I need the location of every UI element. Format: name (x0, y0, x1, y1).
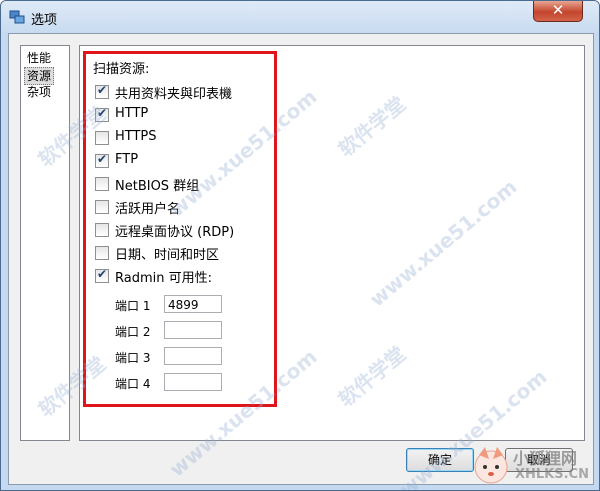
checkbox[interactable] (95, 177, 109, 191)
checkbox[interactable] (95, 223, 109, 237)
checkbox[interactable] (95, 200, 109, 214)
checkbox[interactable] (95, 246, 109, 260)
checkbox-label: 活跃用户名 (115, 202, 181, 217)
title-bar[interactable]: 选项 ✕ (1, 1, 599, 33)
checkbox[interactable]: ✔ (95, 106, 109, 122)
port-2-label: 端口 2 (115, 325, 151, 339)
ok-button[interactable]: 确定 (406, 448, 474, 472)
check-icon: ✔ (97, 267, 108, 281)
window-title: 选项 (31, 13, 58, 28)
check-icon: ✔ (97, 152, 108, 166)
checkbox-label: 日期、时间和时区 (115, 248, 220, 263)
checkbox[interactable]: ✔ (95, 83, 109, 99)
checkbox-label: 共用资料夹與印表機 (115, 87, 233, 102)
nav-item-misc[interactable]: 杂项 (25, 84, 53, 100)
section-title: 扫描资源: (93, 62, 150, 77)
port-1-label: 端口 1 (115, 299, 151, 313)
checkbox-label: 远程桌面协议 (RDP) (115, 225, 235, 240)
options-dialog: 选项 ✕ 性能 资源 杂项 扫描资源: ✔ 共用资料夹與印表機 ✔ HTTP H… (0, 0, 600, 491)
checkbox-label: HTTPS (115, 129, 157, 144)
app-icon (9, 10, 25, 24)
port-4-label: 端口 4 (115, 377, 151, 391)
port-2-input[interactable] (164, 321, 222, 339)
fox-icon (474, 447, 508, 484)
port-4-input[interactable] (164, 373, 222, 391)
checkbox-label: FTP (115, 152, 139, 167)
checkbox[interactable]: ✔ (95, 152, 109, 168)
site-logo: 小狐狸网 XHLKS.CN (469, 441, 599, 489)
port-1-input[interactable]: 4899 (164, 295, 222, 313)
close-button[interactable]: ✕ (533, 1, 583, 22)
checkbox[interactable]: ✔ (95, 267, 109, 283)
resources-panel: 扫描资源: ✔ 共用资料夹與印表機 ✔ HTTP HTTPS ✔ FTP Net… (79, 45, 585, 441)
nav-item-performance[interactable]: 性能 (25, 50, 53, 66)
nav-item-resources[interactable]: 资源 (24, 67, 55, 85)
category-list[interactable]: 性能 资源 杂项 (20, 45, 70, 441)
badge-title: 小狐狸网 (513, 449, 578, 468)
checkbox-label: HTTP (115, 106, 149, 121)
checkbox[interactable] (95, 131, 109, 145)
check-icon: ✔ (97, 83, 108, 97)
badge-url: XHLKS.CN (515, 467, 589, 482)
dialog-body: 性能 资源 杂项 扫描资源: ✔ 共用资料夹與印表機 ✔ HTTP HTTPS … (8, 33, 594, 485)
port-3-input[interactable] (164, 347, 222, 365)
checkbox-label: NetBIOS 群组 (115, 179, 200, 194)
port-3-label: 端口 3 (115, 351, 151, 365)
check-icon: ✔ (97, 106, 108, 120)
checkbox-label: Radmin 可用性: (115, 271, 212, 286)
